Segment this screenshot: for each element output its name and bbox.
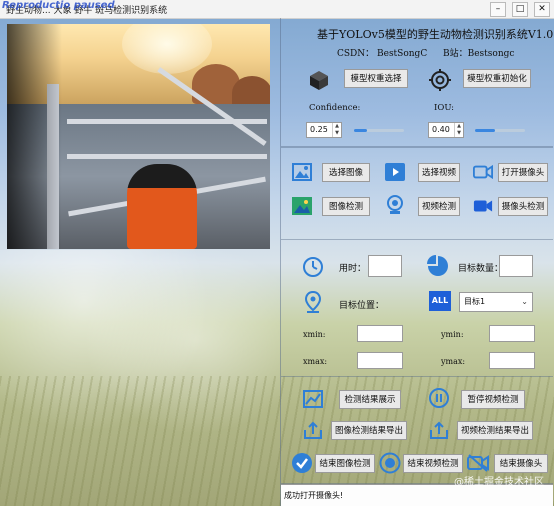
export-video-results-button[interactable]: 视频检测结果导出 (457, 421, 533, 440)
xmin-label: xmin: (303, 330, 326, 339)
maximize-button[interactable]: □ (512, 2, 528, 17)
image-icon (292, 162, 312, 182)
check-circle-icon (291, 452, 313, 474)
app-window: 野生动物... 大象 野牛 斑马检测识别系统 Reproductio pause… (0, 0, 554, 506)
chevron-down-icon: ⌄ (521, 297, 528, 306)
csdn-label: CSDN： BestSongC (337, 49, 428, 59)
recording-watermark: Reproductio paused (2, 0, 115, 11)
location-pin-icon (303, 291, 323, 313)
iou-slider[interactable] (475, 129, 525, 132)
xmin-field (357, 325, 403, 342)
confidence-value: 0.25 (310, 125, 328, 134)
iou-slider-fill (475, 129, 495, 132)
picture-detect-icon (292, 196, 312, 216)
title-bar: 野生动物... 大象 野牛 斑马检测识别系统 Reproductio pause… (0, 0, 554, 19)
init-weights-button[interactable]: 模型权重初始化 (463, 69, 531, 88)
all-targets-badge: ALL (429, 291, 451, 311)
corner-watermark: @稀土掘金技术社区 (454, 477, 544, 488)
confidence-spinbox[interactable]: 0.25 ▲ ▼ (306, 122, 342, 138)
target-select[interactable]: 目标1 ⌄ (459, 292, 533, 312)
bilibili-label: B站：Bestsongc (443, 49, 515, 59)
minimize-button[interactable]: – (490, 2, 506, 17)
confidence-slider-fill (354, 129, 367, 132)
webcam-icon (385, 195, 405, 215)
app-heading: 基于YOLOv5模型的野生动物检测识别系统V1.0 (317, 28, 554, 41)
end-camera-button[interactable]: 结束摄像头 (494, 454, 548, 473)
select-image-button[interactable]: 选择图像 (322, 163, 370, 182)
cube-icon (307, 68, 331, 92)
model-section: 基于YOLOv5模型的野生动物检测识别系统V1.0 CSDN： BestSong… (281, 18, 553, 147)
image-detect-button[interactable]: 图像检测 (322, 197, 370, 216)
ymax-field (489, 352, 535, 369)
video-play-icon (385, 162, 405, 182)
export-image-results-button[interactable]: 图像检测结果导出 (331, 421, 407, 440)
ymax-label: ymax: (441, 357, 466, 366)
control-panel: 基于YOLOv5模型的野生动物检测识别系统V1.0 CSDN： BestSong… (281, 18, 554, 506)
pause-video-button[interactable]: 暂停视频检测 (461, 390, 525, 409)
count-field (499, 255, 533, 277)
select-weights-button[interactable]: 模型权重选择 (344, 69, 408, 88)
open-camera-button[interactable]: 打开摄像头 (498, 163, 548, 182)
close-button[interactable]: ✕ (534, 2, 550, 17)
count-label: 目标数量： (458, 264, 504, 274)
status-message: 成功打开摄像头! (284, 491, 344, 500)
video-display (7, 24, 270, 249)
export-icon (303, 420, 323, 440)
iou-value: 0.40 (432, 125, 450, 134)
end-image-detect-button[interactable]: 结束图像检测 (315, 454, 375, 473)
pause-icon (429, 388, 449, 408)
target-settings-icon (428, 68, 452, 92)
pie-chart-icon (427, 255, 449, 277)
video-detect-button[interactable]: 视频检测 (418, 197, 460, 216)
results-chart-icon (303, 389, 323, 409)
confidence-slider[interactable] (354, 129, 404, 132)
iou-label: IOU: (434, 103, 455, 113)
export-icon (429, 420, 449, 440)
end-video-detect-button[interactable]: 结束视频检测 (403, 454, 463, 473)
confidence-label: Confidence: (309, 103, 361, 113)
time-label: 用时： (339, 264, 367, 274)
iou-spinbox[interactable]: 0.40 ▲ ▼ (428, 122, 464, 138)
info-section: 用时： 目标数量： 目标位置： ALL 目标1 ⌄ xmin: ymin: xm… (281, 239, 553, 377)
clock-icon (302, 256, 324, 278)
xmax-label: xmax: (303, 357, 328, 366)
window-controls: – □ ✕ (490, 2, 550, 17)
video-camera-icon (473, 196, 493, 216)
camera-detect-button[interactable]: 摄像头检测 (498, 197, 548, 216)
target-select-value: 目标1 (464, 297, 486, 306)
time-field (368, 255, 402, 277)
select-video-button[interactable]: 选择视频 (418, 163, 460, 182)
spin-arrows-icon[interactable]: ▲ ▼ (332, 123, 341, 137)
xmax-field (357, 352, 403, 369)
ymin-field (489, 325, 535, 342)
ymin-label: ymin: (441, 330, 464, 339)
action-section: 检测结果展示 暂停视频检测 图像检测结果导出 视频检测结果导出 结束图像检测 结… (281, 377, 553, 484)
stop-circle-icon (379, 452, 401, 474)
show-results-button[interactable]: 检测结果展示 (339, 390, 401, 409)
camera-off-icon (467, 453, 489, 473)
position-label: 目标位置： (339, 301, 385, 311)
camera-icon (473, 162, 493, 182)
source-section: 选择图像 选择视频 打开摄像头 图像检测 视频检测 摄像头检测 (281, 147, 553, 240)
spin-arrows-icon[interactable]: ▲ ▼ (454, 123, 463, 137)
